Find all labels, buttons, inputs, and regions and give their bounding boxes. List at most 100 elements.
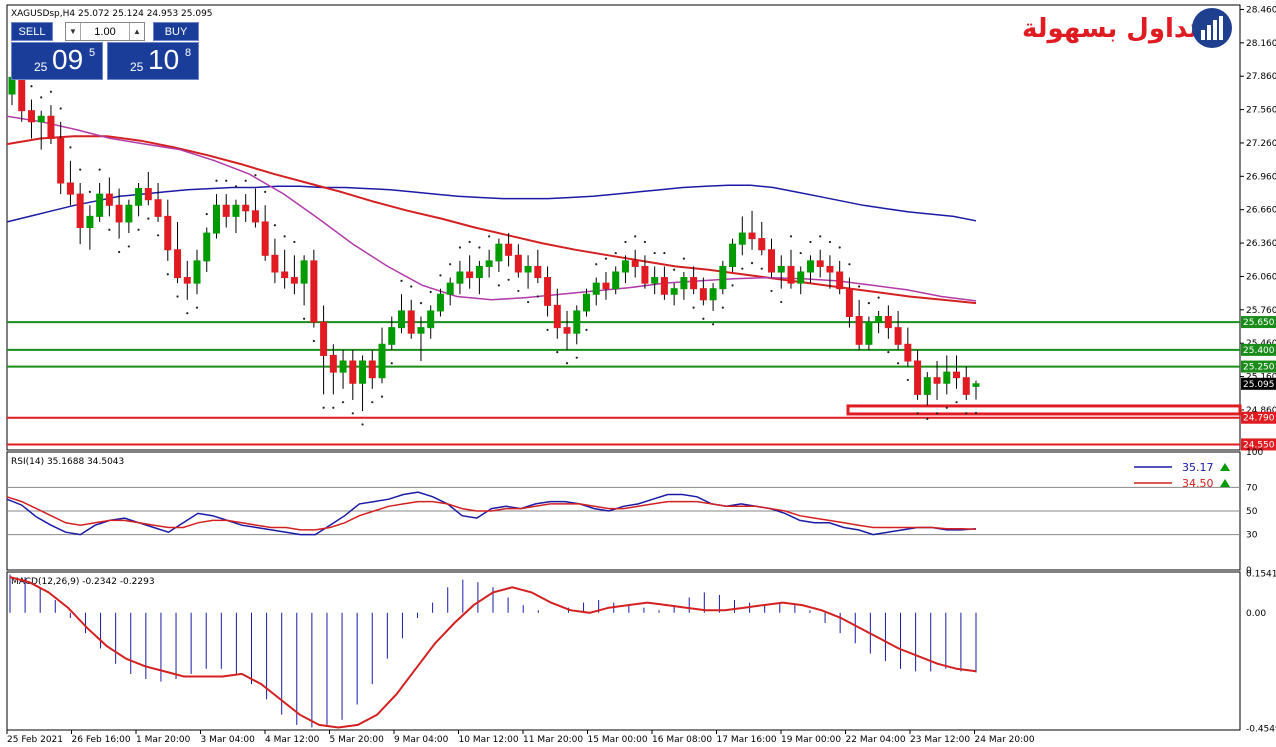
candle-body bbox=[592, 282, 600, 295]
sell-button[interactable]: SELL bbox=[11, 22, 53, 41]
candle-body bbox=[816, 260, 824, 267]
candle-body bbox=[865, 321, 873, 345]
sar-dot bbox=[565, 362, 569, 365]
sar-dot bbox=[458, 246, 462, 249]
lot-size-field[interactable]: ▼ 1.00 ▲ bbox=[65, 22, 145, 41]
candle-body bbox=[660, 277, 668, 295]
candle-body bbox=[855, 316, 863, 345]
price-tick-label: 26.660 bbox=[1246, 206, 1276, 216]
sar-dot bbox=[604, 257, 608, 260]
lot-size-value[interactable]: 1.00 bbox=[81, 26, 129, 38]
candle-body bbox=[602, 282, 610, 290]
price-tick-label: 26.960 bbox=[1246, 172, 1276, 182]
candle-body bbox=[836, 271, 844, 290]
candle-body bbox=[417, 327, 425, 334]
current-price-label: 25.095 bbox=[1243, 380, 1275, 390]
brand-logo: التداول بسهولة bbox=[1022, 6, 1236, 52]
candle-body bbox=[222, 204, 230, 217]
candle-body bbox=[651, 277, 659, 284]
time-tick-label: 26 Feb 16:00 bbox=[72, 735, 131, 745]
buy-price-box[interactable]: 25 10 8 bbox=[107, 42, 199, 80]
candle-body bbox=[953, 371, 961, 379]
candle-body bbox=[397, 310, 405, 329]
sar-dot bbox=[449, 263, 452, 266]
sar-dot bbox=[341, 401, 345, 404]
buy-button[interactable]: BUY bbox=[153, 22, 199, 41]
sar-dot bbox=[945, 406, 948, 409]
sar-dot bbox=[897, 362, 900, 365]
candle-body bbox=[446, 282, 454, 295]
candle-body bbox=[709, 288, 717, 301]
candle-body bbox=[573, 310, 581, 334]
sar-dot bbox=[390, 362, 393, 365]
candle-body bbox=[612, 271, 620, 290]
sar-dot bbox=[361, 423, 364, 426]
candle-body bbox=[368, 360, 376, 379]
candle-body bbox=[923, 377, 931, 395]
candle-body bbox=[485, 260, 493, 267]
candle-body bbox=[875, 316, 883, 323]
candle-body bbox=[699, 288, 707, 301]
sell-price-box[interactable]: 25 09 5 bbox=[11, 42, 103, 80]
buy-price-big: 10 bbox=[148, 44, 180, 75]
trading-chart[interactable]: 28.460 28.160 27.860 27.560 27.260 26.960 26.6… bbox=[0, 0, 1276, 747]
sar-dot bbox=[166, 273, 169, 276]
level-label: 24.790 bbox=[1243, 414, 1275, 424]
candle-body bbox=[514, 254, 522, 273]
time-tick-label: 1 Mar 20:00 bbox=[136, 735, 191, 745]
logo-text: التداول بسهولة bbox=[1022, 14, 1219, 44]
candle-body bbox=[320, 321, 328, 356]
price-tick-label: 27.860 bbox=[1246, 72, 1276, 82]
sar-dot bbox=[234, 185, 238, 188]
sar-dot bbox=[614, 251, 617, 255]
sar-dot bbox=[419, 302, 423, 305]
candle-body bbox=[690, 277, 698, 290]
sar-dot bbox=[371, 401, 374, 404]
time-tick-label: 16 Mar 08:00 bbox=[652, 735, 712, 745]
candle-body bbox=[729, 243, 737, 267]
sar-dot bbox=[887, 351, 890, 354]
time-tick-label: 10 Mar 12:00 bbox=[459, 735, 519, 745]
macd-panel-frame bbox=[6, 571, 1241, 731]
sar-dot bbox=[663, 251, 666, 255]
sar-dot bbox=[789, 235, 793, 238]
price-tick-label: 28.160 bbox=[1246, 39, 1276, 49]
candle-body bbox=[738, 232, 746, 245]
candle-body bbox=[904, 343, 912, 362]
candle-body bbox=[349, 360, 357, 384]
rsi-tick-label: 100 bbox=[1246, 448, 1263, 458]
lot-decrease-icon[interactable]: ▼ bbox=[66, 23, 81, 40]
macd-tick-label: 0.00 bbox=[1246, 609, 1266, 619]
sar-dot bbox=[273, 224, 277, 227]
time-tick-label: 17 Mar 16:00 bbox=[717, 735, 777, 745]
time-tick-label: 25 Feb 2021 bbox=[7, 735, 63, 745]
buy-price-sup: 8 bbox=[185, 47, 192, 59]
price-tick-label: 27.260 bbox=[1246, 139, 1276, 149]
lot-increase-icon[interactable]: ▲ bbox=[129, 23, 144, 40]
candle-body bbox=[232, 204, 240, 217]
sar-dot bbox=[526, 300, 530, 304]
sar-dot bbox=[186, 312, 189, 315]
sar-dot bbox=[546, 328, 549, 331]
candle-body bbox=[359, 360, 367, 384]
sar-dot bbox=[225, 179, 228, 182]
sar-dot bbox=[98, 168, 101, 171]
time-tick-label: 5 Mar 20:00 bbox=[330, 735, 385, 745]
rsi-tick-label: 30 bbox=[1246, 531, 1258, 541]
sar-dot bbox=[205, 213, 208, 216]
time-tick-label: 23 Mar 12:00 bbox=[910, 735, 970, 745]
candle-body bbox=[621, 260, 629, 273]
sar-dot bbox=[965, 412, 968, 415]
candle-body bbox=[183, 277, 191, 284]
time-tick-label: 22 Mar 04:00 bbox=[846, 735, 906, 745]
sar-dot bbox=[595, 263, 598, 266]
time-tick-label: 3 Mar 04:00 bbox=[201, 735, 256, 745]
price-tick-label: 26.360 bbox=[1246, 239, 1276, 249]
rsi-tick-label: 70 bbox=[1246, 483, 1258, 493]
sar-dot bbox=[468, 240, 471, 244]
sar-dot bbox=[974, 411, 978, 415]
candle-body bbox=[641, 265, 649, 284]
sar-dot bbox=[322, 406, 325, 409]
sar-dot bbox=[507, 278, 510, 281]
candle-body bbox=[388, 327, 396, 345]
